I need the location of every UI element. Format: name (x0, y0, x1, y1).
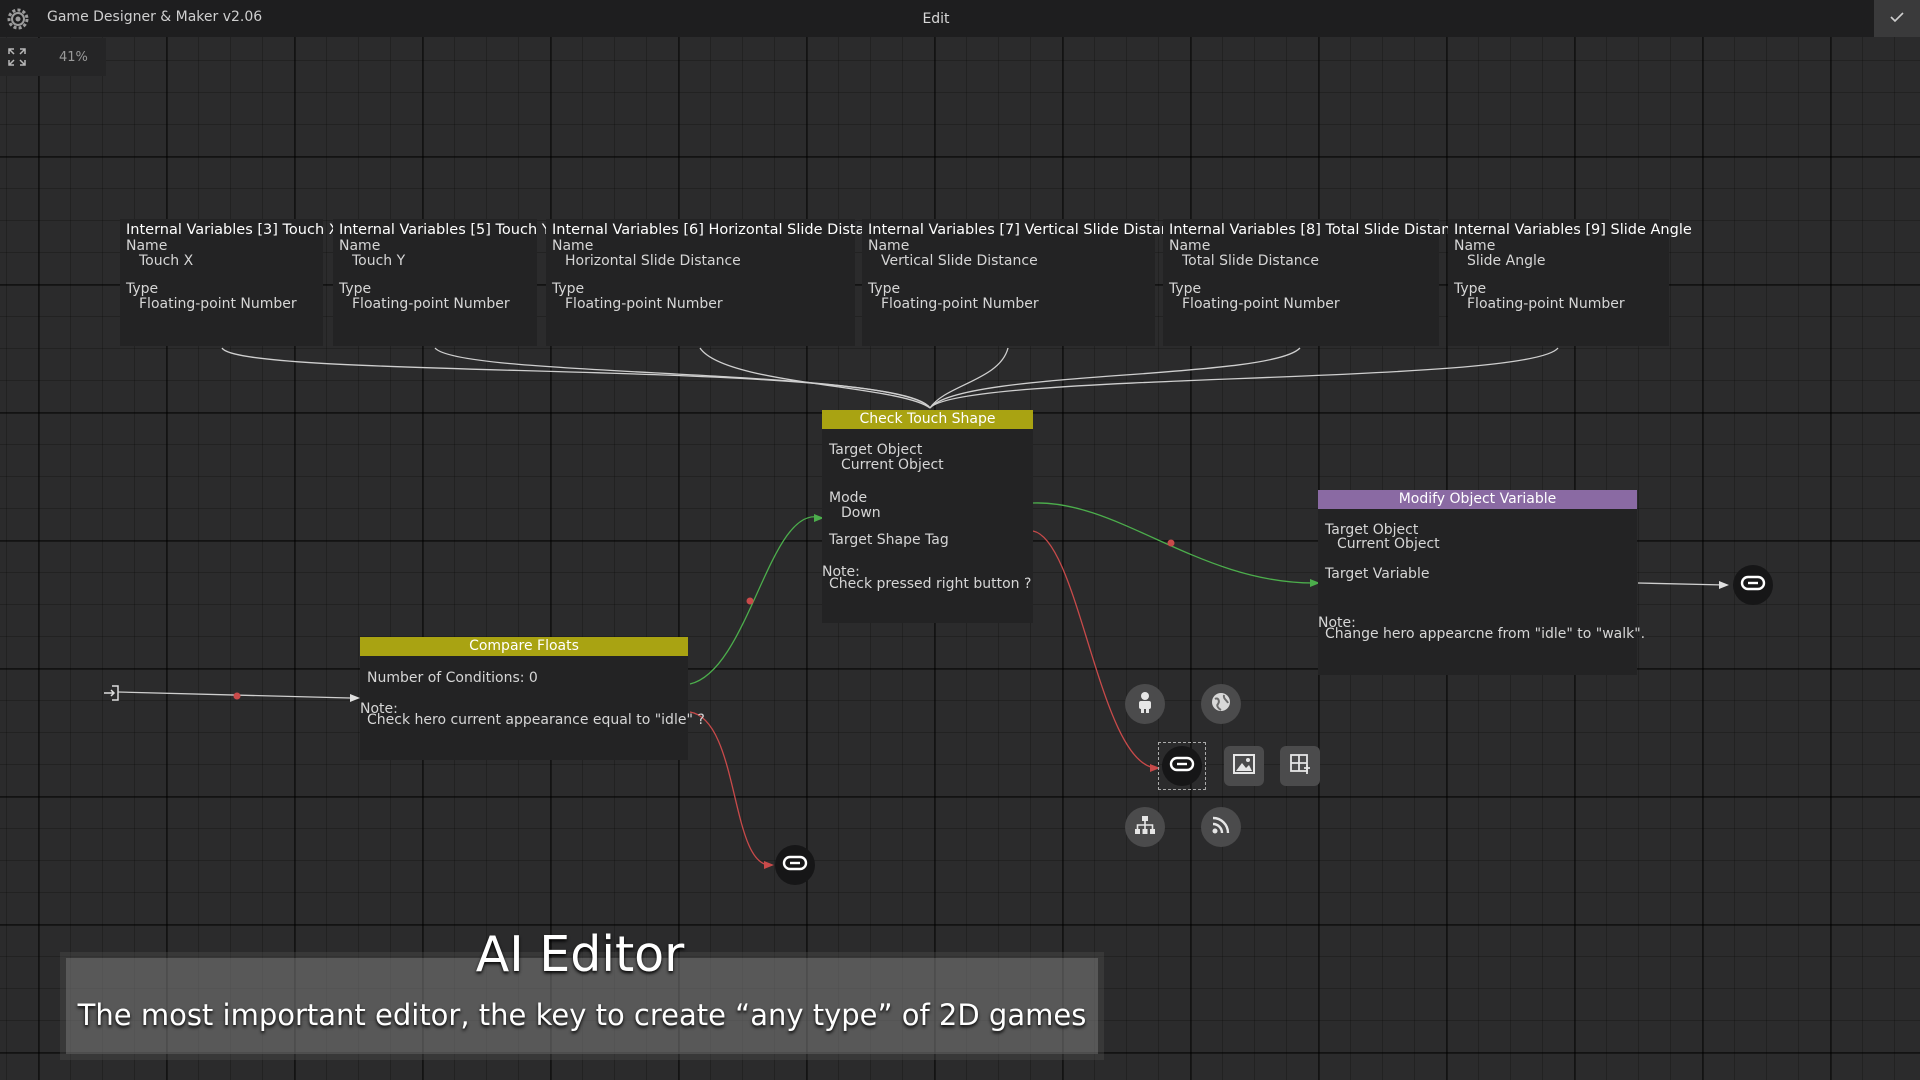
target-object-label: Target Object (829, 442, 923, 458)
variable-node-slide-angle[interactable]: Internal Variables [9] Slide Angle Name … (1448, 219, 1692, 346)
zoom-level: 41% (59, 50, 88, 65)
image-icon (1233, 754, 1255, 778)
note-text: Check hero current appearance equal to "… (367, 712, 705, 728)
globe-node-button[interactable] (1201, 684, 1241, 724)
zoom-bar: 41% (0, 38, 106, 76)
mode-label: Mode (829, 490, 868, 506)
compare-floats-node[interactable]: Compare Floats Number of Conditions: 0 N… (360, 637, 705, 760)
variable-title: Internal Variables [7] Vertical Slide Di… (868, 222, 1187, 238)
type-value: Floating-point Number (881, 296, 1039, 312)
type-label: Type (552, 281, 585, 297)
name-label: Name (1169, 238, 1211, 254)
name-label: Name (868, 238, 910, 254)
name-value: Horizontal Slide Distance (565, 253, 741, 269)
link-node-false-branch[interactable] (775, 845, 815, 885)
type-value: Floating-point Number (1182, 296, 1340, 312)
name-label: Name (552, 238, 594, 254)
check-icon (1889, 9, 1905, 28)
variable-title: Internal Variables [6] Horizontal Slide … (552, 222, 891, 238)
name-value: Touch X (139, 253, 194, 269)
type-label: Type (868, 281, 901, 297)
frame-node-button[interactable] (1280, 746, 1320, 786)
name-value: Vertical Slide Distance (881, 253, 1038, 269)
conditions-count: Number of Conditions: 0 (367, 670, 538, 686)
note-text: Change hero appearcne from "idle" to "wa… (1325, 626, 1646, 642)
mode-value: Down (841, 505, 881, 521)
name-value: Touch Y (352, 253, 406, 269)
name-label: Name (1454, 238, 1496, 254)
node-header: Check Touch Shape (822, 410, 1033, 429)
caption-title: AI Editor (475, 926, 685, 983)
variable-node-horizontal-slide[interactable]: Internal Variables [6] Horizontal Slide … (546, 219, 891, 346)
globe-icon (1210, 691, 1232, 717)
variable-node-total-slide[interactable]: Internal Variables [8] Total Slide Dista… (1163, 219, 1468, 346)
name-label: Name (126, 238, 168, 254)
rss-icon (1211, 815, 1231, 839)
type-label: Type (1454, 281, 1487, 297)
image-node-button[interactable] (1224, 746, 1264, 786)
variable-title: Internal Variables [5] Touch Y (339, 222, 551, 238)
modify-object-variable-node[interactable]: Modify Object Variable Target Object Cur… (1318, 490, 1645, 675)
fullscreen-icon[interactable] (6, 46, 30, 68)
frame-icon (1289, 753, 1311, 779)
person-icon (1135, 691, 1155, 717)
shape-tag-label: Target Shape Tag (829, 532, 949, 548)
type-label: Type (1169, 281, 1202, 297)
variable-title: Internal Variables [9] Slide Angle (1454, 222, 1692, 238)
type-value: Floating-point Number (1467, 296, 1625, 312)
entry-icon[interactable] (102, 683, 122, 707)
hierarchy-icon (1134, 815, 1156, 839)
check-touch-shape-node[interactable]: Check Touch Shape Target Object Current … (822, 410, 1033, 623)
type-value: Floating-point Number (565, 296, 723, 312)
link-icon (1169, 756, 1195, 776)
title-bar: Game Designer & Maker v2.06 Edit (0, 0, 1920, 37)
node-header: Compare Floats (360, 637, 688, 656)
link-node-output[interactable] (1733, 565, 1773, 605)
name-label: Name (339, 238, 381, 254)
link-icon (1740, 575, 1766, 595)
link-node-selected[interactable] (1162, 746, 1202, 786)
variable-title: Internal Variables [8] Total Slide Dista… (1169, 222, 1468, 238)
name-value: Slide Angle (1467, 253, 1546, 269)
hierarchy-node-button[interactable] (1125, 807, 1165, 847)
target-object-value: Current Object (1337, 536, 1440, 552)
name-value: Total Slide Distance (1182, 253, 1319, 269)
target-variable-label: Target Variable (1325, 566, 1430, 582)
editor-mode-title: Edit (922, 11, 950, 27)
type-value: Floating-point Number (352, 296, 510, 312)
variable-node-vertical-slide[interactable]: Internal Variables [7] Vertical Slide Di… (862, 219, 1187, 346)
confirm-button[interactable] (1874, 0, 1920, 37)
variable-node-touch-y[interactable]: Internal Variables [5] Touch Y Name Touc… (333, 219, 551, 346)
note-text: Check pressed right button ? (829, 576, 1032, 592)
variable-title: Internal Variables [3] Touch X (126, 222, 339, 238)
type-label: Type (126, 281, 159, 297)
person-node-button[interactable] (1125, 684, 1165, 724)
node-header: Modify Object Variable (1318, 490, 1637, 509)
type-value: Floating-point Number (139, 296, 297, 312)
type-label: Type (339, 281, 372, 297)
caption-subtitle: The most important editor, the key to cr… (77, 998, 1087, 1032)
target-object-value: Current Object (841, 457, 944, 473)
rss-node-button[interactable] (1201, 807, 1241, 847)
link-icon (782, 855, 808, 875)
variable-node-touch-x[interactable]: Internal Variables [3] Touch X Name Touc… (120, 219, 339, 346)
